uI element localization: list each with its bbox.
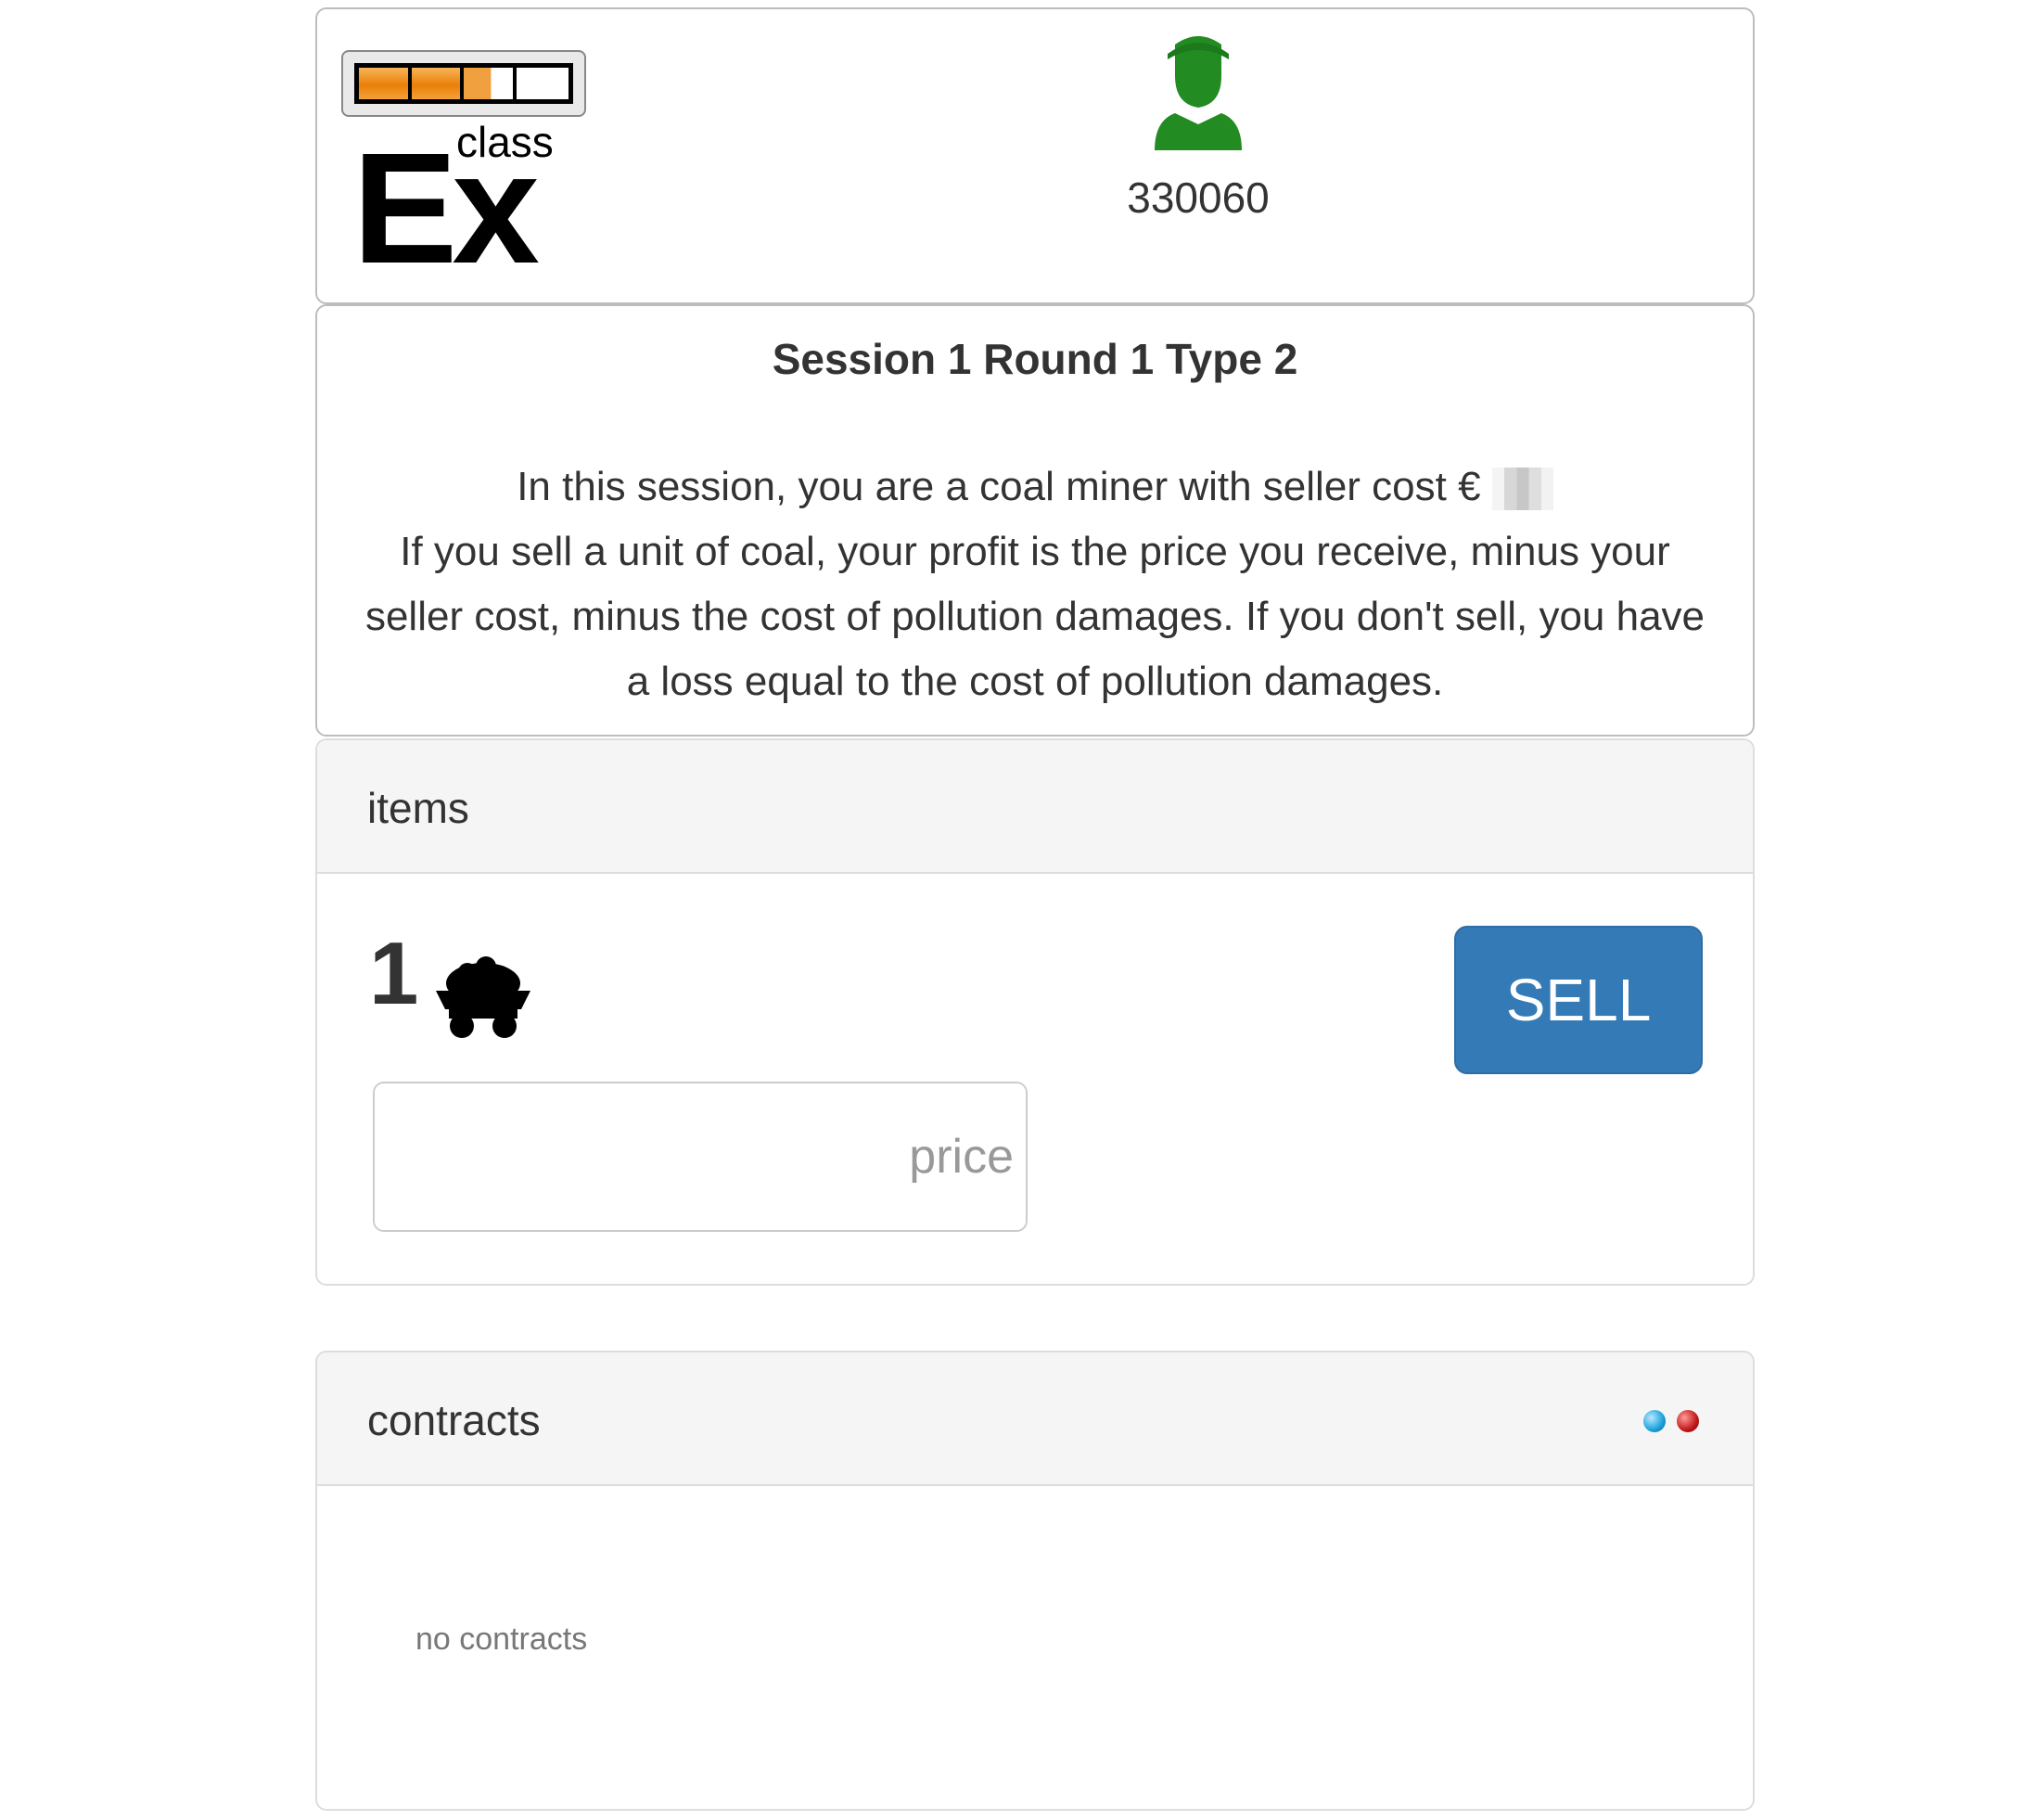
participant-id: 330060 <box>1127 173 1270 222</box>
progress-cell <box>411 68 464 99</box>
contracts-panel: contracts no contracts <box>315 1351 1755 1811</box>
red-dot-icon <box>1677 1410 1699 1432</box>
no-contracts-text: no contracts <box>415 1621 588 1657</box>
price-input[interactable] <box>375 1083 1026 1230</box>
progress-cell <box>359 68 412 99</box>
sell-button[interactable]: SELL <box>1454 926 1703 1074</box>
redacted-cost-value <box>1491 468 1553 511</box>
header-card: class Ex 330060 <box>315 7 1755 304</box>
instructions-text: In this session, you are a coal miner wi… <box>354 455 1716 714</box>
blue-dot-icon <box>1643 1410 1666 1432</box>
participant-badge: 330060 <box>1078 32 1319 223</box>
session-title: Session 1 Round 1 Type 2 <box>772 335 1298 383</box>
price-input-group: € <box>373 1082 1028 1232</box>
seller-cost-line: In this session, you are a coal miner wi… <box>517 464 1481 509</box>
item-count: 1 <box>369 924 419 1023</box>
items-panel: items 1 SELL € <box>315 738 1755 1286</box>
instructions-card: Session 1 Round 1 Type 2 In this session… <box>315 304 1755 737</box>
connection-status <box>1643 1410 1699 1432</box>
items-title: items <box>367 784 469 832</box>
progress-battery-icon <box>341 50 586 117</box>
items-panel-heading: items <box>317 740 1753 874</box>
person-icon <box>1155 36 1242 150</box>
progress-cell <box>464 68 517 99</box>
instructions-paragraph: If you sell a unit of coal, your profit … <box>364 529 1705 704</box>
contracts-panel-heading: contracts <box>317 1352 1753 1486</box>
logo-ex-text: Ex <box>352 121 540 297</box>
classex-logo: class Ex <box>341 50 592 288</box>
contracts-title: contracts <box>367 1396 541 1444</box>
coal-cart-icon <box>436 956 530 1038</box>
progress-cell <box>516 68 568 99</box>
